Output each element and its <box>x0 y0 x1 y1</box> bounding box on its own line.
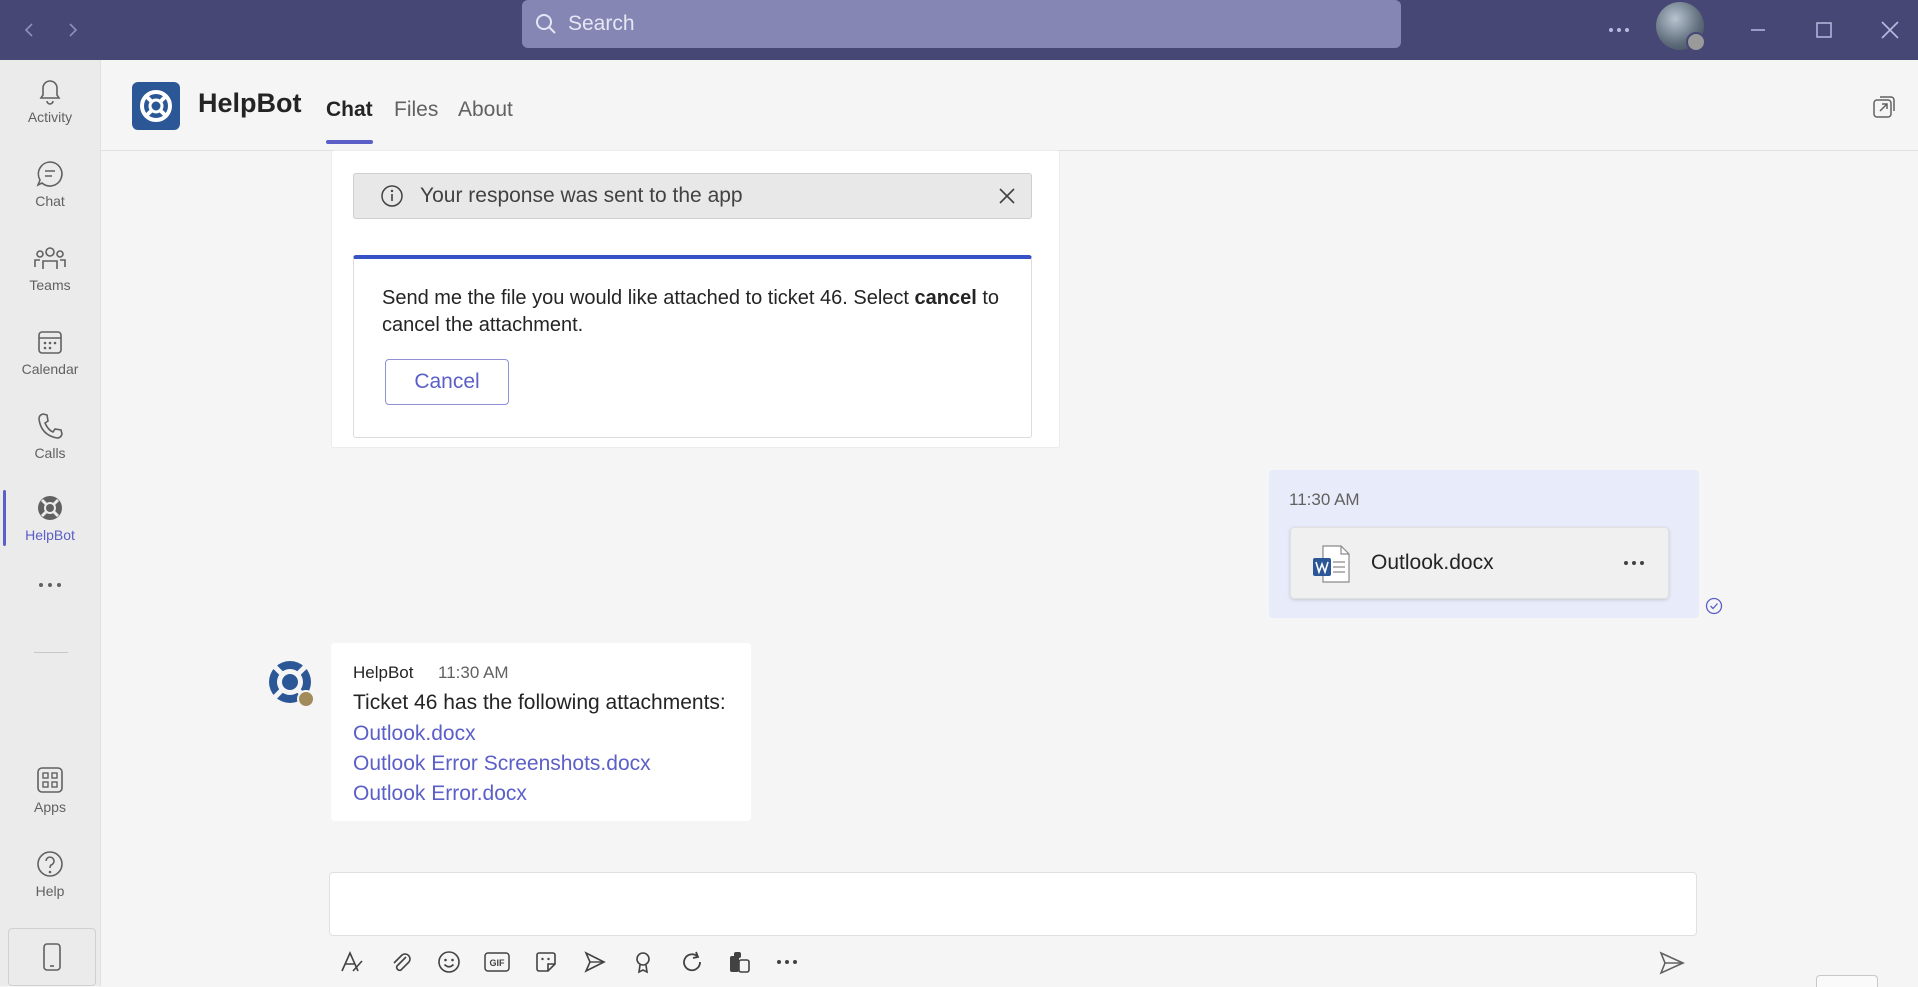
bot-reply-message: HelpBot 11:30 AM Ticket 46 has the follo… <box>331 643 751 821</box>
word-document-icon <box>1311 544 1353 584</box>
file-attachment-card[interactable]: Outlook.docx <box>1290 527 1669 599</box>
user-avatar[interactable] <box>1656 2 1706 52</box>
help-icon <box>35 849 65 879</box>
helpbot-logo-icon <box>132 82 180 130</box>
tab-files[interactable]: Files <box>394 98 438 122</box>
rail-divider <box>34 652 68 653</box>
rail-label: Calls <box>34 445 66 461</box>
rail-item-apps[interactable]: Apps <box>0 750 100 830</box>
rail-label: Help <box>35 883 65 899</box>
title-bar: Search <box>0 0 1918 60</box>
sender-name: HelpBot <box>353 663 414 682</box>
more-icon[interactable] <box>772 948 802 976</box>
gif-icon[interactable]: GIF <box>482 948 512 976</box>
my-message: 11:30 AM Outlook.docx <box>1269 470 1699 618</box>
meet-icon[interactable] <box>580 948 610 976</box>
forward-icon[interactable] <box>54 12 90 48</box>
chat-icon <box>35 159 65 189</box>
rail-item-activity[interactable]: Activity <box>0 60 100 140</box>
corner-popup-fragment <box>1816 975 1878 987</box>
response-sent-notice: Your response was sent to the app <box>353 173 1032 219</box>
sticker-icon[interactable] <box>531 948 561 976</box>
tab-about[interactable]: About <box>458 98 513 122</box>
praise-icon[interactable] <box>628 948 658 976</box>
message-timestamp: 11:30 AM <box>1289 490 1360 509</box>
file-more-icon[interactable] <box>1621 550 1647 576</box>
rail-item-calls[interactable]: Calls <box>0 396 100 476</box>
rail-label: HelpBot <box>25 527 75 543</box>
close-icon[interactable] <box>1872 12 1908 48</box>
phone-icon <box>35 411 65 441</box>
message-compose-box[interactable] <box>329 872 1697 936</box>
apps-icon <box>35 765 65 795</box>
loop-icon[interactable] <box>677 948 707 976</box>
format-icon[interactable] <box>337 948 367 976</box>
rail-item-help[interactable]: Help <box>0 834 100 914</box>
attach-icon[interactable] <box>386 948 416 976</box>
rail-label: Calendar <box>21 361 79 377</box>
read-receipt-icon <box>1705 597 1723 615</box>
cancel-button[interactable]: Cancel <box>385 359 509 405</box>
lifebuoy-icon <box>35 493 65 523</box>
notice-text: Your response was sent to the app <box>420 184 743 207</box>
rail-item-calendar[interactable]: Calendar <box>0 312 100 392</box>
bot-status-icon <box>297 690 315 708</box>
info-icon <box>380 184 404 208</box>
more-options-icon[interactable] <box>1603 14 1635 46</box>
rail-item-teams[interactable]: Teams <box>0 228 100 308</box>
bot-avatar[interactable] <box>265 657 315 708</box>
message-text: Ticket 46 has the following attachments: <box>353 691 726 714</box>
app-rail: Activity Chat Teams Calendar Calls HelpB… <box>0 60 101 986</box>
bell-icon <box>35 75 65 105</box>
rail-item-helpbot[interactable]: HelpBot <box>0 478 100 558</box>
apps-icon[interactable] <box>725 948 755 976</box>
card-message: Send me the file you would like attached… <box>382 285 1012 339</box>
card-text-bold: cancel <box>914 287 977 309</box>
back-icon[interactable] <box>12 12 48 48</box>
search-box[interactable]: Search <box>522 0 1401 48</box>
card-text-start: Send me the file you would like attached… <box>382 287 915 309</box>
maximize-icon[interactable] <box>1806 12 1842 48</box>
tab-chat[interactable]: Chat <box>326 98 373 144</box>
minimize-icon[interactable] <box>1740 12 1776 48</box>
rail-item-chat[interactable]: Chat <box>0 144 100 224</box>
presence-status-icon <box>1686 32 1706 52</box>
search-placeholder: Search <box>568 12 635 35</box>
dismiss-icon[interactable] <box>995 184 1019 208</box>
calendar-icon <box>35 327 65 357</box>
attachment-link[interactable]: Outlook Error.docx <box>353 782 527 806</box>
svg-text:GIF: GIF <box>490 958 506 968</box>
message-timestamp: 11:30 AM <box>438 663 509 682</box>
emoji-icon[interactable] <box>434 948 464 976</box>
rail-more-apps-icon[interactable] <box>0 565 100 605</box>
app-title: HelpBot <box>198 88 302 118</box>
rail-label: Teams <box>29 277 71 293</box>
rail-label: Activity <box>27 109 73 125</box>
attachment-request-card: Send me the file you would like attached… <box>353 255 1032 438</box>
file-name: Outlook.docx <box>1371 551 1494 574</box>
attachment-link[interactable]: Outlook.docx <box>353 722 476 746</box>
send-icon[interactable] <box>1656 948 1688 978</box>
rail-label: Chat <box>35 193 65 209</box>
channel-header: HelpBot Chat Files About <box>101 60 1918 151</box>
teams-icon <box>33 243 67 273</box>
rail-label: Apps <box>34 799 66 815</box>
mobile-device-icon[interactable] <box>8 928 96 986</box>
search-icon <box>534 12 558 36</box>
attachment-link[interactable]: Outlook Error Screenshots.docx <box>353 752 651 776</box>
popout-icon[interactable] <box>1871 94 1897 120</box>
